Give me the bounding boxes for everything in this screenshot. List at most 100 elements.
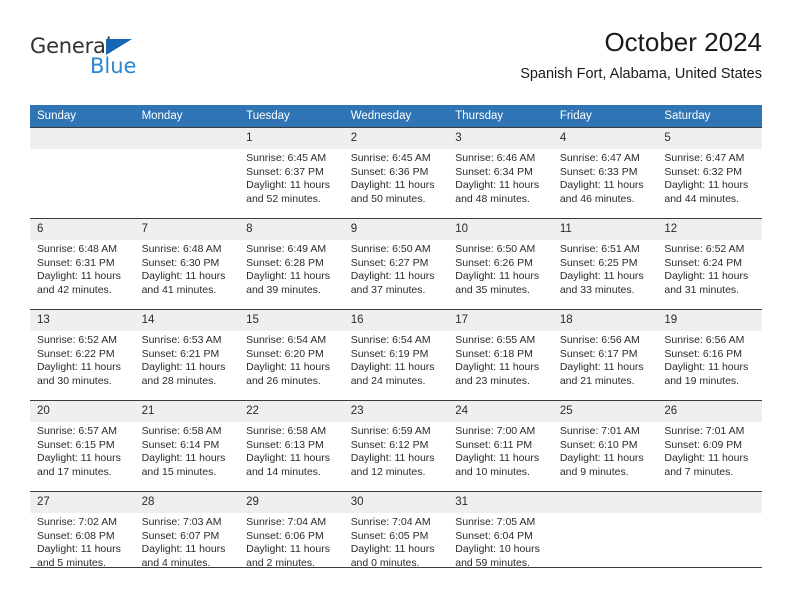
calendar-cell-empty bbox=[552, 491, 658, 582]
calendar-day-cell[interactable]: 10 Sunrise: 6:50 AM Sunset: 6:26 PM Dayligh… bbox=[448, 218, 553, 310]
calendar-body: 1 Sunrise: 6:45 AM Sunset: 6:37 PM Daylight… bbox=[30, 127, 762, 582]
weekday-header-wednesday: Wednesday bbox=[343, 105, 449, 128]
page-subtitle: Spanish Fort, Alabama, United States bbox=[520, 66, 762, 82]
calendar-page: General Blue October 2024 Spanish Fort, … bbox=[0, 0, 792, 612]
calendar-day-cell[interactable]: 3 Sunrise: 6:46 AM Sunset: 6:34 PM Daylight… bbox=[448, 127, 553, 219]
calendar-day-cell[interactable]: 24 Sunrise: 7:00 AM Sunset: 6:11 PM Dayligh… bbox=[448, 400, 553, 492]
day-details: Sunrise: 6:59 AM Sunset: 6:12 PM Daylight:… bbox=[344, 422, 449, 479]
calendar-day-cell[interactable]: 27 Sunrise: 7:02 AM Sunset: 6:08 PM Dayligh… bbox=[30, 491, 135, 582]
sunrise-text: Sunrise: 6:53 AM bbox=[141, 334, 222, 346]
calendar-day-cell[interactable]: 17 Sunrise: 6:55 AM Sunset: 6:18 PM Dayligh… bbox=[448, 309, 553, 401]
day-number: 13 bbox=[30, 310, 135, 331]
calendar-day-cell[interactable]: 29 Sunrise: 7:04 AM Sunset: 6:06 PM Dayligh… bbox=[239, 491, 344, 582]
day-number: 9 bbox=[343, 219, 449, 240]
day-number: 6 bbox=[30, 219, 135, 240]
calendar-day-cell[interactable]: 8 Sunrise: 6:49 AM Sunset: 6:28 PM Daylight… bbox=[239, 218, 344, 310]
calendar-day-cell[interactable]: 1 Sunrise: 6:45 AM Sunset: 6:37 PM Daylight… bbox=[239, 127, 344, 219]
sunrise-text: Sunrise: 6:55 AM bbox=[455, 334, 536, 346]
day-details: Sunrise: 6:58 AM Sunset: 6:14 PM Daylight:… bbox=[135, 422, 240, 479]
calendar-day-cell[interactable]: 13 Sunrise: 6:52 AM Sunset: 6:22 PM Dayligh… bbox=[30, 309, 135, 401]
sunrise-text: Sunrise: 6:58 AM bbox=[141, 425, 222, 437]
calendar-day-cell[interactable]: 15 Sunrise: 6:54 AM Sunset: 6:20 PM Dayligh… bbox=[239, 309, 344, 401]
day-details: Sunrise: 6:55 AM Sunset: 6:18 PM Daylight:… bbox=[448, 331, 553, 388]
calendar-day-cell[interactable]: 26 Sunrise: 7:01 AM Sunset: 6:09 PM Dayligh… bbox=[657, 400, 762, 492]
calendar-day-cell[interactable]: 31 Sunrise: 7:05 AM Sunset: 6:04 PM Dayligh… bbox=[448, 491, 553, 582]
sunrise-text: Sunrise: 6:54 AM bbox=[246, 334, 327, 346]
daylight-text: Daylight: 11 hours and 41 minutes. bbox=[141, 270, 226, 296]
day-number: 18 bbox=[552, 310, 658, 331]
brand-logo[interactable]: General Blue bbox=[30, 34, 250, 90]
calendar-day-cell[interactable]: 12 Sunrise: 6:52 AM Sunset: 6:24 PM Dayligh… bbox=[657, 218, 762, 310]
sunset-text: Sunset: 6:08 PM bbox=[37, 529, 115, 542]
sunrise-text: Sunrise: 6:56 AM bbox=[559, 334, 640, 346]
calendar-cell-empty bbox=[657, 491, 762, 582]
sunset-text: Sunset: 6:20 PM bbox=[246, 347, 324, 360]
day-number: 5 bbox=[657, 128, 762, 149]
sunset-text: Sunset: 6:18 PM bbox=[455, 347, 533, 360]
page-title: October 2024 bbox=[604, 27, 762, 57]
daylight-text: Daylight: 11 hours and 48 minutes. bbox=[455, 179, 540, 205]
calendar-table: Sunday Monday Tuesday Wednesday Thursday… bbox=[30, 105, 762, 582]
calendar-header-row: Sunday Monday Tuesday Wednesday Thursday… bbox=[30, 105, 762, 128]
day-details: Sunrise: 6:50 AM Sunset: 6:27 PM Daylight:… bbox=[344, 240, 449, 297]
calendar-day-cell[interactable]: 2 Sunrise: 6:45 AM Sunset: 6:36 PM Daylight… bbox=[343, 127, 449, 219]
sunrise-text: Sunrise: 6:46 AM bbox=[455, 152, 536, 164]
day-number: 15 bbox=[239, 310, 344, 331]
sunset-text: Sunset: 6:30 PM bbox=[141, 256, 220, 269]
day-details: Sunrise: 6:52 AM Sunset: 6:24 PM Daylight:… bbox=[657, 240, 762, 297]
day-number: 24 bbox=[448, 401, 553, 422]
day-number: 7 bbox=[134, 219, 240, 240]
daylight-text: Daylight: 11 hours and 44 minutes. bbox=[664, 179, 749, 205]
sunrise-text: Sunrise: 6:52 AM bbox=[37, 334, 117, 346]
calendar-day-cell[interactable]: 23 Sunrise: 6:59 AM Sunset: 6:12 PM Dayligh… bbox=[343, 400, 449, 492]
day-number: 17 bbox=[448, 310, 553, 331]
calendar-day-cell[interactable]: 22 Sunrise: 6:58 AM Sunset: 6:13 PM Dayligh… bbox=[239, 400, 344, 492]
day-details: Sunrise: 6:54 AM Sunset: 6:19 PM Daylight:… bbox=[344, 331, 449, 388]
calendar-day-cell[interactable]: 21 Sunrise: 6:58 AM Sunset: 6:14 PM Dayligh… bbox=[134, 400, 240, 492]
daylight-text: Daylight: 11 hours and 50 minutes. bbox=[350, 179, 435, 205]
calendar-day-cell[interactable]: 11 Sunrise: 6:51 AM Sunset: 6:25 PM Dayligh… bbox=[552, 218, 658, 310]
day-details: Sunrise: 6:54 AM Sunset: 6:20 PM Daylight:… bbox=[239, 331, 344, 388]
calendar-day-cell[interactable]: 18 Sunrise: 6:56 AM Sunset: 6:17 PM Dayligh… bbox=[552, 309, 658, 401]
sunrise-text: Sunrise: 7:02 AM bbox=[37, 516, 117, 528]
day-number: 16 bbox=[343, 310, 449, 331]
calendar-day-cell[interactable]: 25 Sunrise: 7:01 AM Sunset: 6:10 PM Dayligh… bbox=[552, 400, 658, 492]
daylight-text: Daylight: 11 hours and 12 minutes. bbox=[350, 452, 435, 478]
day-number: 19 bbox=[657, 310, 762, 331]
sunrise-text: Sunrise: 6:56 AM bbox=[664, 334, 745, 346]
sunrise-text: Sunrise: 6:47 AM bbox=[559, 152, 640, 164]
day-number: 28 bbox=[134, 492, 240, 513]
calendar-day-cell[interactable]: 6 Sunrise: 6:48 AM Sunset: 6:31 PM Daylight… bbox=[30, 218, 135, 310]
day-details: Sunrise: 7:04 AM Sunset: 6:05 PM Daylight:… bbox=[344, 513, 449, 570]
sunset-text: Sunset: 6:05 PM bbox=[350, 529, 429, 542]
day-number: 30 bbox=[343, 492, 449, 513]
daylight-text: Daylight: 11 hours and 26 minutes. bbox=[246, 361, 330, 387]
calendar-day-cell[interactable]: 14 Sunrise: 6:53 AM Sunset: 6:21 PM Dayligh… bbox=[134, 309, 240, 401]
calendar-week-row: 27 Sunrise: 7:02 AM Sunset: 6:08 PM Dayligh… bbox=[30, 491, 762, 582]
day-details: Sunrise: 6:45 AM Sunset: 6:37 PM Daylight:… bbox=[239, 149, 344, 206]
calendar-day-cell[interactable]: 19 Sunrise: 6:56 AM Sunset: 6:16 PM Dayligh… bbox=[657, 309, 762, 401]
calendar-day-cell[interactable]: 30 Sunrise: 7:04 AM Sunset: 6:05 PM Dayligh… bbox=[343, 491, 449, 582]
day-number: 14 bbox=[134, 310, 240, 331]
calendar-day-cell[interactable]: 7 Sunrise: 6:48 AM Sunset: 6:30 PM Daylight… bbox=[134, 218, 240, 310]
sunrise-text: Sunrise: 7:05 AM bbox=[455, 516, 536, 528]
calendar-day-cell[interactable]: 9 Sunrise: 6:50 AM Sunset: 6:27 PM Daylight… bbox=[343, 218, 449, 310]
daylight-text: Daylight: 11 hours and 37 minutes. bbox=[350, 270, 435, 296]
sunrise-text: Sunrise: 6:50 AM bbox=[455, 243, 536, 255]
day-details: Sunrise: 7:01 AM Sunset: 6:10 PM Daylight:… bbox=[553, 422, 658, 479]
day-number bbox=[134, 128, 240, 149]
day-number: 21 bbox=[134, 401, 240, 422]
sunrise-text: Sunrise: 7:01 AM bbox=[664, 425, 745, 437]
sunset-text: Sunset: 6:27 PM bbox=[350, 256, 429, 269]
calendar-day-cell[interactable]: 28 Sunrise: 7:03 AM Sunset: 6:07 PM Dayligh… bbox=[134, 491, 240, 582]
calendar-day-cell[interactable]: 20 Sunrise: 6:57 AM Sunset: 6:15 PM Dayligh… bbox=[30, 400, 135, 492]
day-number: 10 bbox=[448, 219, 553, 240]
calendar-day-cell[interactable]: 4 Sunrise: 6:47 AM Sunset: 6:33 PM Daylight… bbox=[552, 127, 658, 219]
sunset-text: Sunset: 6:07 PM bbox=[141, 529, 220, 542]
calendar-day-cell[interactable]: 5 Sunrise: 6:47 AM Sunset: 6:32 PM Daylight… bbox=[657, 127, 762, 219]
sunset-text: Sunset: 6:06 PM bbox=[246, 529, 324, 542]
day-number: 27 bbox=[30, 492, 135, 513]
daylight-text: Daylight: 11 hours and 7 minutes. bbox=[664, 452, 749, 478]
day-number bbox=[657, 492, 762, 513]
calendar-day-cell[interactable]: 16 Sunrise: 6:54 AM Sunset: 6:19 PM Dayligh… bbox=[343, 309, 449, 401]
